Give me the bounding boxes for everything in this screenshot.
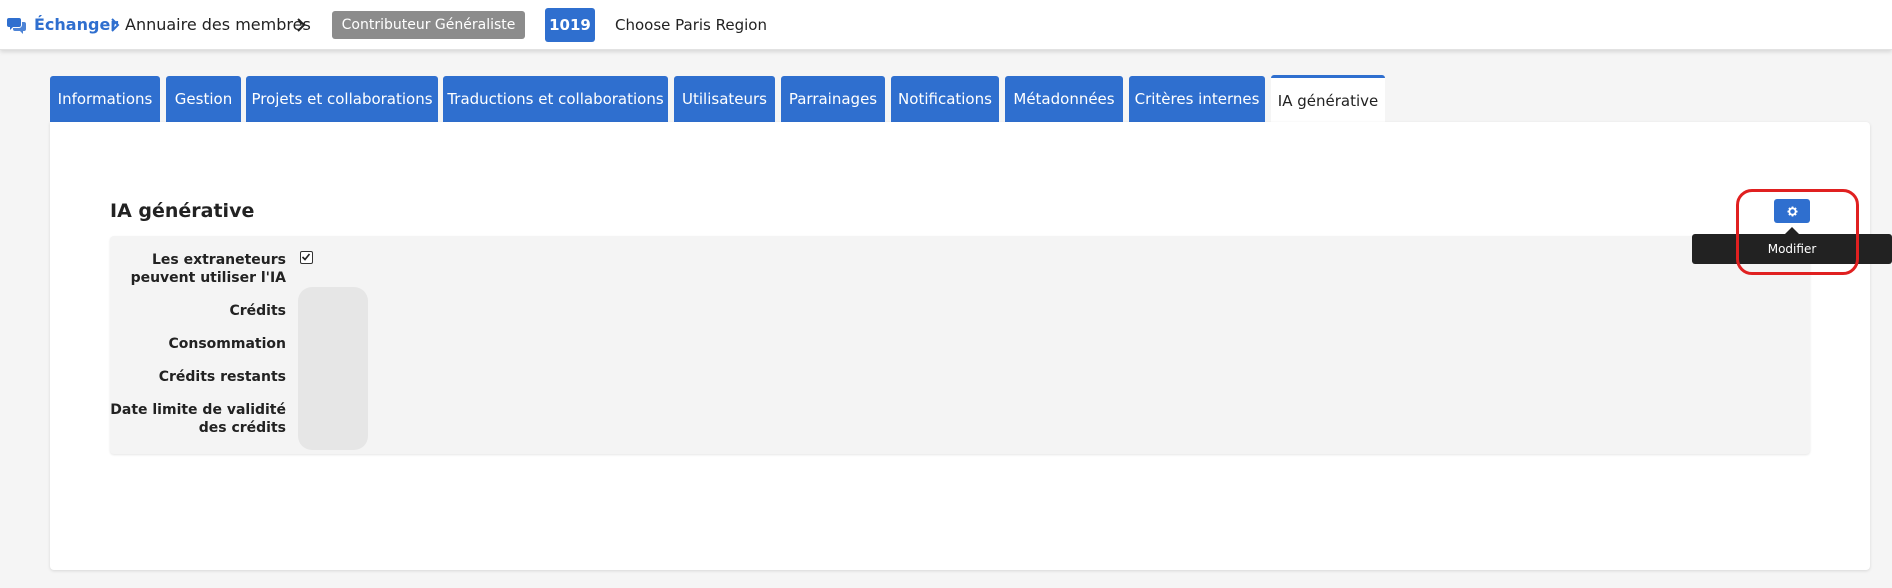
tab-projets[interactable]: Projets et collaborations: [246, 76, 438, 122]
gear-icon: [1786, 205, 1798, 217]
chat-bubbles-icon[interactable]: [7, 16, 27, 34]
values-loading-placeholder: [298, 287, 368, 450]
breadcrumb-root-link[interactable]: Échanger: [34, 15, 118, 34]
tooltip-arrow: [1785, 227, 1799, 234]
field-label-date-limite: Date limite de validité des crédits: [110, 402, 286, 436]
tab-ia-generative[interactable]: IA générative: [1271, 75, 1385, 123]
id-badge: 1019: [545, 8, 595, 42]
edit-button[interactable]: [1774, 199, 1810, 223]
check-icon: [301, 253, 311, 261]
tab-criteres-internes[interactable]: Critères internes: [1129, 76, 1265, 122]
field-label-consommation: Consommation: [168, 336, 286, 352]
ia-enabled-checkbox: [300, 251, 313, 264]
chevron-right-icon: [111, 18, 120, 32]
edit-tooltip: Modifier: [1692, 234, 1892, 264]
breadcrumb-current[interactable]: Annuaire des membres: [125, 15, 311, 34]
section-title: IA générative: [110, 200, 255, 222]
field-label-credits: Crédits: [229, 303, 286, 319]
tab-utilisateurs[interactable]: Utilisateurs: [674, 76, 775, 122]
tab-informations[interactable]: Informations: [50, 76, 160, 122]
top-header: Échanger Annuaire des membres Contribute…: [0, 0, 1892, 50]
role-badge: Contributeur Généraliste: [332, 11, 525, 39]
field-label-extraneteurs: Les extraneteurs peuvent utiliser l'IA: [130, 252, 286, 286]
tab-parrainages[interactable]: Parrainages: [781, 76, 885, 122]
chevron-right-icon: [297, 18, 306, 32]
tab-gestion[interactable]: Gestion: [166, 76, 241, 122]
field-label-credits-restants: Crédits restants: [158, 369, 286, 385]
organization-name: Choose Paris Region: [615, 16, 767, 34]
tab-notifications[interactable]: Notifications: [891, 76, 999, 122]
tab-traductions[interactable]: Traductions et collaborations: [443, 76, 668, 122]
tab-metadonnees[interactable]: Métadonnées: [1005, 76, 1123, 122]
